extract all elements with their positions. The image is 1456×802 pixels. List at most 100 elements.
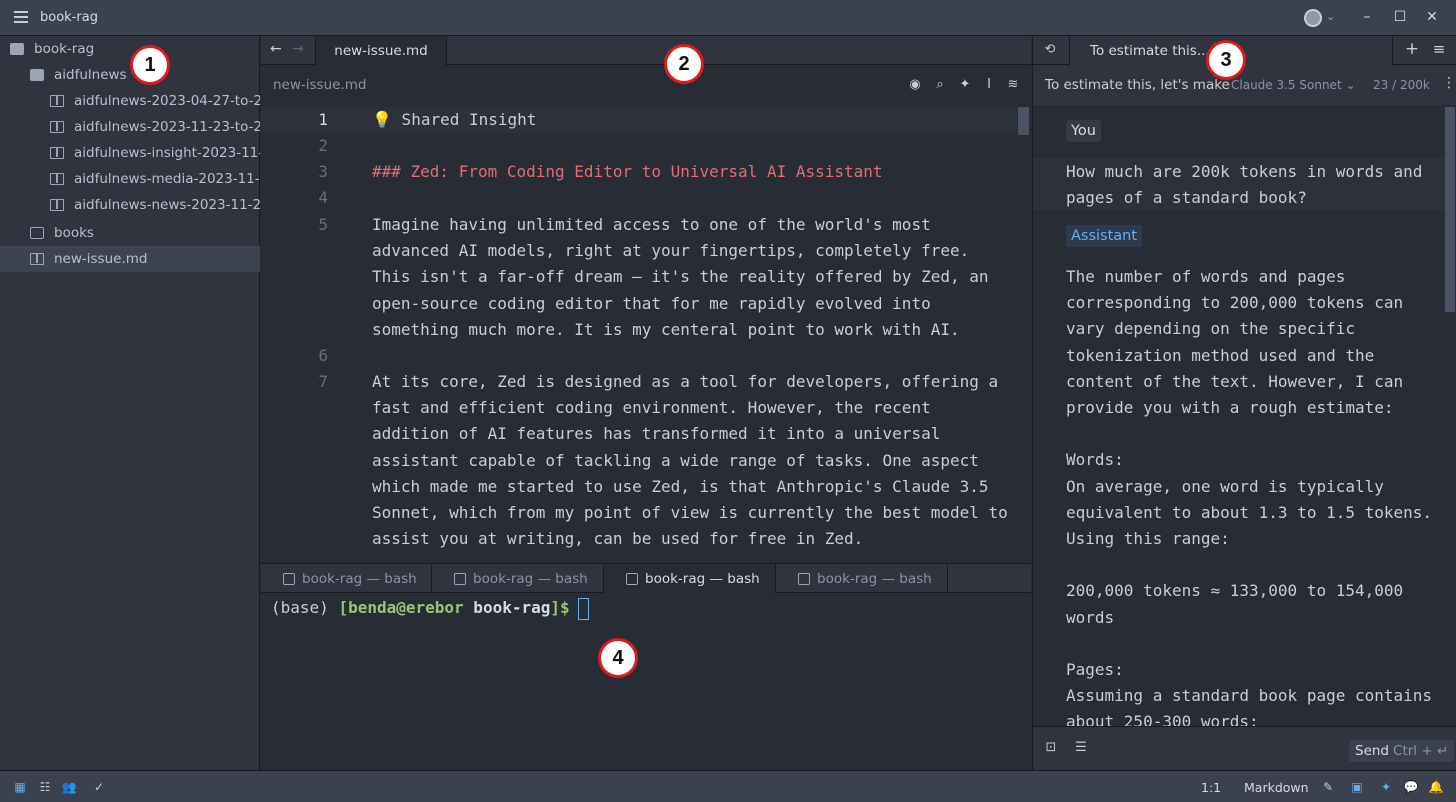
send-shortcut: Ctrl + ↵: [1393, 743, 1449, 759]
terminal-icon: [798, 572, 810, 585]
callout-badge-3: 3: [1206, 40, 1246, 80]
history-icon[interactable]: ⟲: [1042, 42, 1058, 58]
tree-file[interactable]: aidfulnews-2023-04-27-to-2: [0, 88, 260, 114]
search-icon[interactable]: ⌕: [932, 77, 948, 93]
inline-assist-icon[interactable]: ✦: [957, 77, 973, 93]
preview-eye-icon[interactable]: ◉: [907, 77, 923, 93]
line-number: 5: [318, 215, 328, 234]
language-selector[interactable]: Markdown: [1244, 780, 1309, 795]
user-avatar[interactable]: [1304, 9, 1322, 27]
menu-icon[interactable]: ≡: [1431, 41, 1447, 57]
chevron-down-icon[interactable]: ⌄: [1326, 10, 1335, 23]
close-icon[interactable]: ✕: [1424, 9, 1440, 25]
code-area[interactable]: 1 💡 Shared Insight 2 3 ### Zed: From Cod…: [261, 105, 1031, 562]
terminal-prompt[interactable]: (base) [benda@erebor book-rag]$: [271, 597, 589, 620]
code-line-heading[interactable]: ### Zed: From Coding Editor to Universal…: [372, 159, 1012, 185]
book-icon: [50, 121, 64, 133]
more-options-icon[interactable]: ⋮: [1442, 75, 1456, 91]
user-message[interactable]: How much are 200k tokens in words and pa…: [1066, 159, 1446, 211]
hamburger-menu-icon[interactable]: [14, 11, 28, 23]
tree-folder-books[interactable]: books: [0, 220, 260, 246]
assistant-toggle-icon[interactable]: ✦: [1378, 779, 1394, 795]
token-count: 23 / 200k: [1373, 78, 1430, 92]
code-line[interactable]: Imagine having unlimited access to one o…: [372, 212, 1012, 343]
feedback-icon[interactable]: ✎: [1320, 779, 1336, 795]
project-panel-icon[interactable]: ▦: [12, 779, 28, 795]
breadcrumb-file[interactable]: new-issue.md: [273, 77, 366, 93]
list-icon[interactable]: ☰: [1073, 740, 1089, 756]
book-icon: [50, 173, 64, 185]
folder-icon: [30, 227, 44, 239]
tree-file[interactable]: aidfulnews-insight-2023-11-: [0, 140, 260, 166]
model-selector[interactable]: Claude 3.5 Sonnet ⌄: [1231, 78, 1356, 92]
editor-tab-bar: ← → new-issue.md: [261, 36, 1031, 66]
model-name: Claude 3.5 Sonnet: [1231, 78, 1342, 92]
callout-badge-2: 2: [664, 44, 704, 84]
text-cursor-icon[interactable]: I: [981, 77, 997, 93]
terminal-toggle-icon[interactable]: ▣: [1349, 779, 1365, 795]
tree-file[interactable]: aidfulnews-media-2023-11-2: [0, 166, 260, 192]
terminal-tab-label: book-rag — bash: [473, 570, 588, 587]
line-number: 1: [318, 110, 328, 129]
line-number: 7: [318, 372, 328, 391]
title-bar: book-rag ⌄ – ☐ ✕: [0, 0, 1456, 36]
tree-item-label: new-issue.md: [54, 251, 148, 267]
terminal-cursor: [577, 597, 589, 620]
new-context-icon[interactable]: ⊡: [1043, 740, 1059, 756]
tree-item-label: books: [54, 225, 94, 241]
prompt-env: (base): [271, 598, 339, 617]
tree-item-label: aidfulnews-2023-11-23-to-2: [74, 119, 260, 135]
assistant-message[interactable]: The number of words and pages correspond…: [1066, 264, 1446, 726]
conversation-title[interactable]: To estimate this, let's make: [1045, 77, 1230, 93]
code-line[interactable]: At its core, Zed is designed as a tool f…: [372, 369, 1012, 552]
outline-icon[interactable]: ☷: [37, 779, 53, 795]
tree-file[interactable]: aidfulnews-2023-11-23-to-2: [0, 114, 260, 140]
tree-item-label: aidfulnews-insight-2023-11-: [74, 145, 260, 161]
tree-item-label: book-rag: [34, 41, 95, 57]
project-title[interactable]: book-rag: [40, 10, 98, 25]
code-line[interactable]: 💡 Shared Insight: [372, 107, 1012, 133]
terminal-icon: [626, 572, 638, 585]
folder-open-icon: [30, 69, 44, 81]
send-button[interactable]: Send Ctrl + ↵: [1349, 740, 1455, 762]
terminal-tab[interactable]: book-rag — bash: [776, 564, 948, 593]
chat-icon[interactable]: 💬: [1403, 779, 1419, 795]
terminal-tab[interactable]: book-rag — bash: [432, 564, 604, 593]
terminal-tab-bar: book-rag — bash book-rag — bash book-rag…: [261, 564, 1031, 593]
prompt-bracket-close: ]$: [550, 598, 570, 617]
plus-icon[interactable]: +: [1404, 41, 1420, 58]
assistant-scrollbar[interactable]: [1445, 107, 1455, 312]
diagnostics-check-icon[interactable]: ✓: [91, 779, 107, 795]
tree-file[interactable]: aidfulnews-news-2023-11-23: [0, 192, 260, 218]
line-number: 6: [318, 346, 328, 365]
editor-scrollbar[interactable]: [1018, 107, 1029, 135]
book-icon: [50, 147, 64, 159]
assistant-header: To estimate this, let's make Claude 3.5 …: [1033, 65, 1456, 105]
conversation-body[interactable]: You How much are 200k tokens in words an…: [1033, 105, 1456, 726]
send-label: Send: [1355, 743, 1390, 759]
back-arrow-icon[interactable]: ←: [270, 41, 282, 57]
forward-arrow-icon[interactable]: →: [292, 41, 304, 57]
terminal-tab-active[interactable]: book-rag — bash: [604, 564, 776, 593]
assistant-tab-label: To estimate this...: [1090, 43, 1210, 59]
minimize-icon[interactable]: –: [1359, 9, 1375, 25]
tree-item-label: aidfulnews-2023-04-27-to-2: [74, 93, 260, 109]
tree-file-selected[interactable]: new-issue.md: [0, 246, 260, 272]
user-role-label: You: [1066, 120, 1101, 142]
maximize-icon[interactable]: ☐: [1392, 9, 1408, 25]
cursor-position[interactable]: 1:1: [1201, 780, 1221, 795]
settings-sliders-icon[interactable]: ≋: [1005, 77, 1021, 93]
notification-bell-icon[interactable]: 🔔: [1428, 779, 1444, 795]
tab-label: new-issue.md: [334, 43, 428, 59]
terminal-tab-label: book-rag — bash: [645, 570, 760, 587]
line-number: 4: [318, 188, 328, 207]
assistant-role-label: Assistant: [1066, 225, 1143, 247]
callout-badge-4: 4: [598, 638, 638, 678]
prompt-directory: book-rag: [463, 598, 551, 617]
breadcrumb: new-issue.md ◉ ⌕ ✦ I ≋: [261, 65, 1031, 105]
tab-new-issue[interactable]: new-issue.md: [315, 36, 447, 66]
collab-icon[interactable]: 👥: [61, 779, 77, 795]
terminal-tab[interactable]: book-rag — bash: [261, 564, 432, 593]
book-icon: [30, 253, 44, 265]
editor-pane: ← → new-issue.md new-issue.md ◉ ⌕ ✦ I ≋ …: [261, 36, 1031, 562]
